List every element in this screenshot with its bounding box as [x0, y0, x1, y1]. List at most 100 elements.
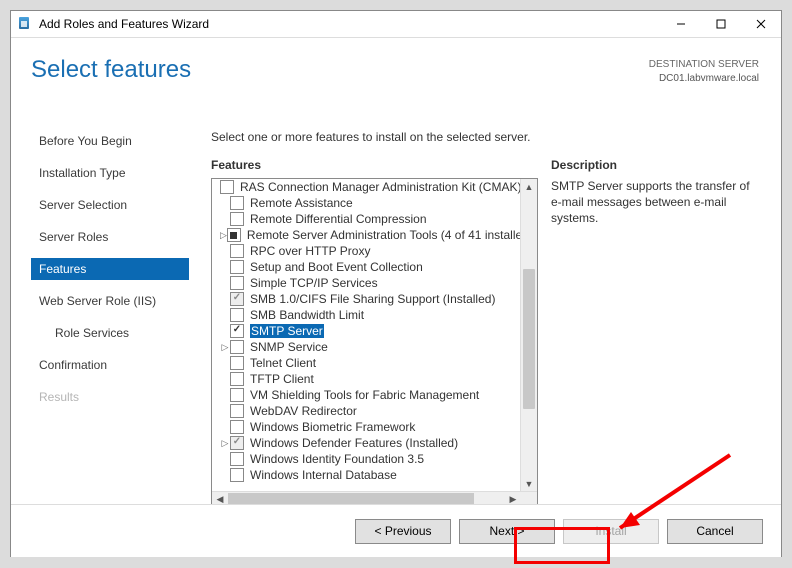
feature-checkbox[interactable] — [230, 292, 244, 306]
feature-label: Simple TCP/IP Services — [250, 276, 378, 290]
window-buttons — [661, 11, 781, 37]
feature-label: Windows Biometric Framework — [250, 420, 415, 434]
feature-checkbox[interactable] — [230, 324, 244, 338]
nav-web-server-role[interactable]: Web Server Role (IIS) — [31, 290, 189, 312]
feature-row[interactable]: SMB 1.0/CIFS File Sharing Support (Insta… — [212, 291, 521, 307]
install-button: Install — [563, 519, 659, 544]
feature-label: Windows Defender Features (Installed) — [250, 436, 458, 450]
feature-row[interactable]: Setup and Boot Event Collection — [212, 259, 521, 275]
feature-checkbox[interactable] — [220, 180, 234, 194]
destination-server: DC01.labvmware.local — [649, 72, 759, 86]
feature-checkbox[interactable] — [230, 436, 244, 450]
feature-checkbox[interactable] — [230, 276, 244, 290]
feature-label: Remote Differential Compression — [250, 212, 427, 226]
feature-row[interactable]: SMTP Server — [212, 323, 521, 339]
features-listbox[interactable]: RAS Connection Manager Administration Ki… — [211, 178, 538, 507]
cancel-button[interactable]: Cancel — [667, 519, 763, 544]
page-title: Select features — [31, 56, 191, 84]
feature-label: Setup and Boot Event Collection — [250, 260, 423, 274]
wizard-window: Add Roles and Features Wizard Select fea… — [10, 10, 782, 557]
feature-row[interactable]: TFTP Client — [212, 371, 521, 387]
expander-icon[interactable]: ▷ — [220, 230, 227, 241]
feature-label: Windows Identity Foundation 3.5 — [250, 452, 424, 466]
vscroll-thumb[interactable] — [523, 269, 535, 409]
feature-row[interactable]: Windows Biometric Framework — [212, 419, 521, 435]
feature-label: WebDAV Redirector — [250, 404, 357, 418]
feature-row[interactable]: Windows Identity Foundation 3.5 — [212, 451, 521, 467]
scroll-down-button[interactable]: ▼ — [521, 476, 537, 492]
feature-row[interactable]: ▷ Windows Defender Features (Installed) — [212, 435, 521, 451]
feature-checkbox[interactable] — [230, 212, 244, 226]
feature-label: VM Shielding Tools for Fabric Management — [250, 388, 479, 402]
previous-button[interactable]: < Previous — [355, 519, 451, 544]
feature-row[interactable]: RPC over HTTP Proxy — [212, 243, 521, 259]
instruction-text: Select one or more features to install o… — [211, 130, 763, 144]
feature-label: SNMP Service — [250, 340, 328, 354]
feature-checkbox[interactable] — [230, 372, 244, 386]
description-text: SMTP Server supports the transfer of e-m… — [551, 178, 763, 226]
nav-features[interactable]: Features — [31, 258, 189, 280]
title-bar: Add Roles and Features Wizard — [11, 11, 781, 38]
description-heading: Description — [551, 158, 617, 172]
app-icon — [17, 16, 33, 32]
expander-icon[interactable]: ▷ — [220, 438, 230, 449]
nav-server-selection[interactable]: Server Selection — [31, 194, 189, 216]
feature-checkbox[interactable] — [230, 260, 244, 274]
feature-checkbox[interactable] — [230, 308, 244, 322]
feature-row[interactable]: VM Shielding Tools for Fabric Management — [212, 387, 521, 403]
feature-label: SMTP Server — [250, 324, 324, 338]
expander-icon[interactable]: ▷ — [220, 342, 230, 353]
feature-row[interactable]: ▷ SNMP Service — [212, 339, 521, 355]
feature-label: RAS Connection Manager Administration Ki… — [240, 180, 521, 194]
next-button[interactable]: Next > — [459, 519, 555, 544]
feature-checkbox[interactable] — [230, 452, 244, 466]
feature-label: TFTP Client — [250, 372, 314, 386]
nav-before-you-begin[interactable]: Before You Begin — [31, 130, 189, 152]
close-button[interactable] — [741, 11, 781, 37]
nav-installation-type[interactable]: Installation Type — [31, 162, 189, 184]
minimize-button[interactable] — [661, 11, 701, 37]
feature-label: Remote Server Administration Tools (4 of… — [247, 228, 521, 242]
window-title: Add Roles and Features Wizard — [39, 17, 661, 31]
feature-label: Windows Internal Database — [250, 468, 397, 482]
footer: < Previous Next > Install Cancel — [11, 504, 781, 557]
nav-role-services[interactable]: Role Services — [31, 322, 189, 344]
feature-row[interactable]: Remote Assistance — [212, 195, 521, 211]
feature-label: SMB 1.0/CIFS File Sharing Support (Insta… — [250, 292, 495, 306]
scroll-up-button[interactable]: ▲ — [521, 179, 537, 195]
feature-row[interactable]: SMB Bandwidth Limit — [212, 307, 521, 323]
feature-checkbox[interactable] — [230, 404, 244, 418]
feature-label: Remote Assistance — [250, 196, 353, 210]
maximize-button[interactable] — [701, 11, 741, 37]
feature-row[interactable]: Windows Internal Database — [212, 467, 521, 483]
destination-info: DESTINATION SERVER DC01.labvmware.local — [649, 58, 759, 86]
feature-checkbox[interactable] — [230, 468, 244, 482]
nav-results: Results — [31, 386, 189, 408]
feature-row[interactable]: RAS Connection Manager Administration Ki… — [212, 179, 521, 195]
feature-checkbox[interactable] — [227, 228, 241, 242]
destination-label: DESTINATION SERVER — [649, 58, 759, 72]
minimize-icon — [676, 19, 686, 29]
feature-checkbox[interactable] — [230, 356, 244, 370]
feature-label: RPC over HTTP Proxy — [250, 244, 370, 258]
feature-label: Telnet Client — [250, 356, 316, 370]
feature-checkbox[interactable] — [230, 340, 244, 354]
feature-row[interactable]: WebDAV Redirector — [212, 403, 521, 419]
feature-checkbox[interactable] — [230, 244, 244, 258]
feature-row[interactable]: ▷ Remote Server Administration Tools (4 o… — [212, 227, 521, 243]
feature-row[interactable]: Remote Differential Compression — [212, 211, 521, 227]
features-heading: Features — [211, 158, 261, 172]
feature-checkbox[interactable] — [230, 388, 244, 402]
close-icon — [756, 19, 766, 29]
wizard-nav: Before You Begin Installation Type Serve… — [31, 130, 189, 418]
feature-checkbox[interactable] — [230, 196, 244, 210]
feature-label: SMB Bandwidth Limit — [250, 308, 364, 322]
features-list-inner: RAS Connection Manager Administration Ki… — [212, 179, 521, 492]
feature-row[interactable]: Simple TCP/IP Services — [212, 275, 521, 291]
feature-checkbox[interactable] — [230, 420, 244, 434]
feature-row[interactable]: Telnet Client — [212, 355, 521, 371]
maximize-icon — [716, 19, 726, 29]
vertical-scrollbar[interactable]: ▲ ▼ — [520, 179, 537, 492]
nav-confirmation[interactable]: Confirmation — [31, 354, 189, 376]
nav-server-roles[interactable]: Server Roles — [31, 226, 189, 248]
